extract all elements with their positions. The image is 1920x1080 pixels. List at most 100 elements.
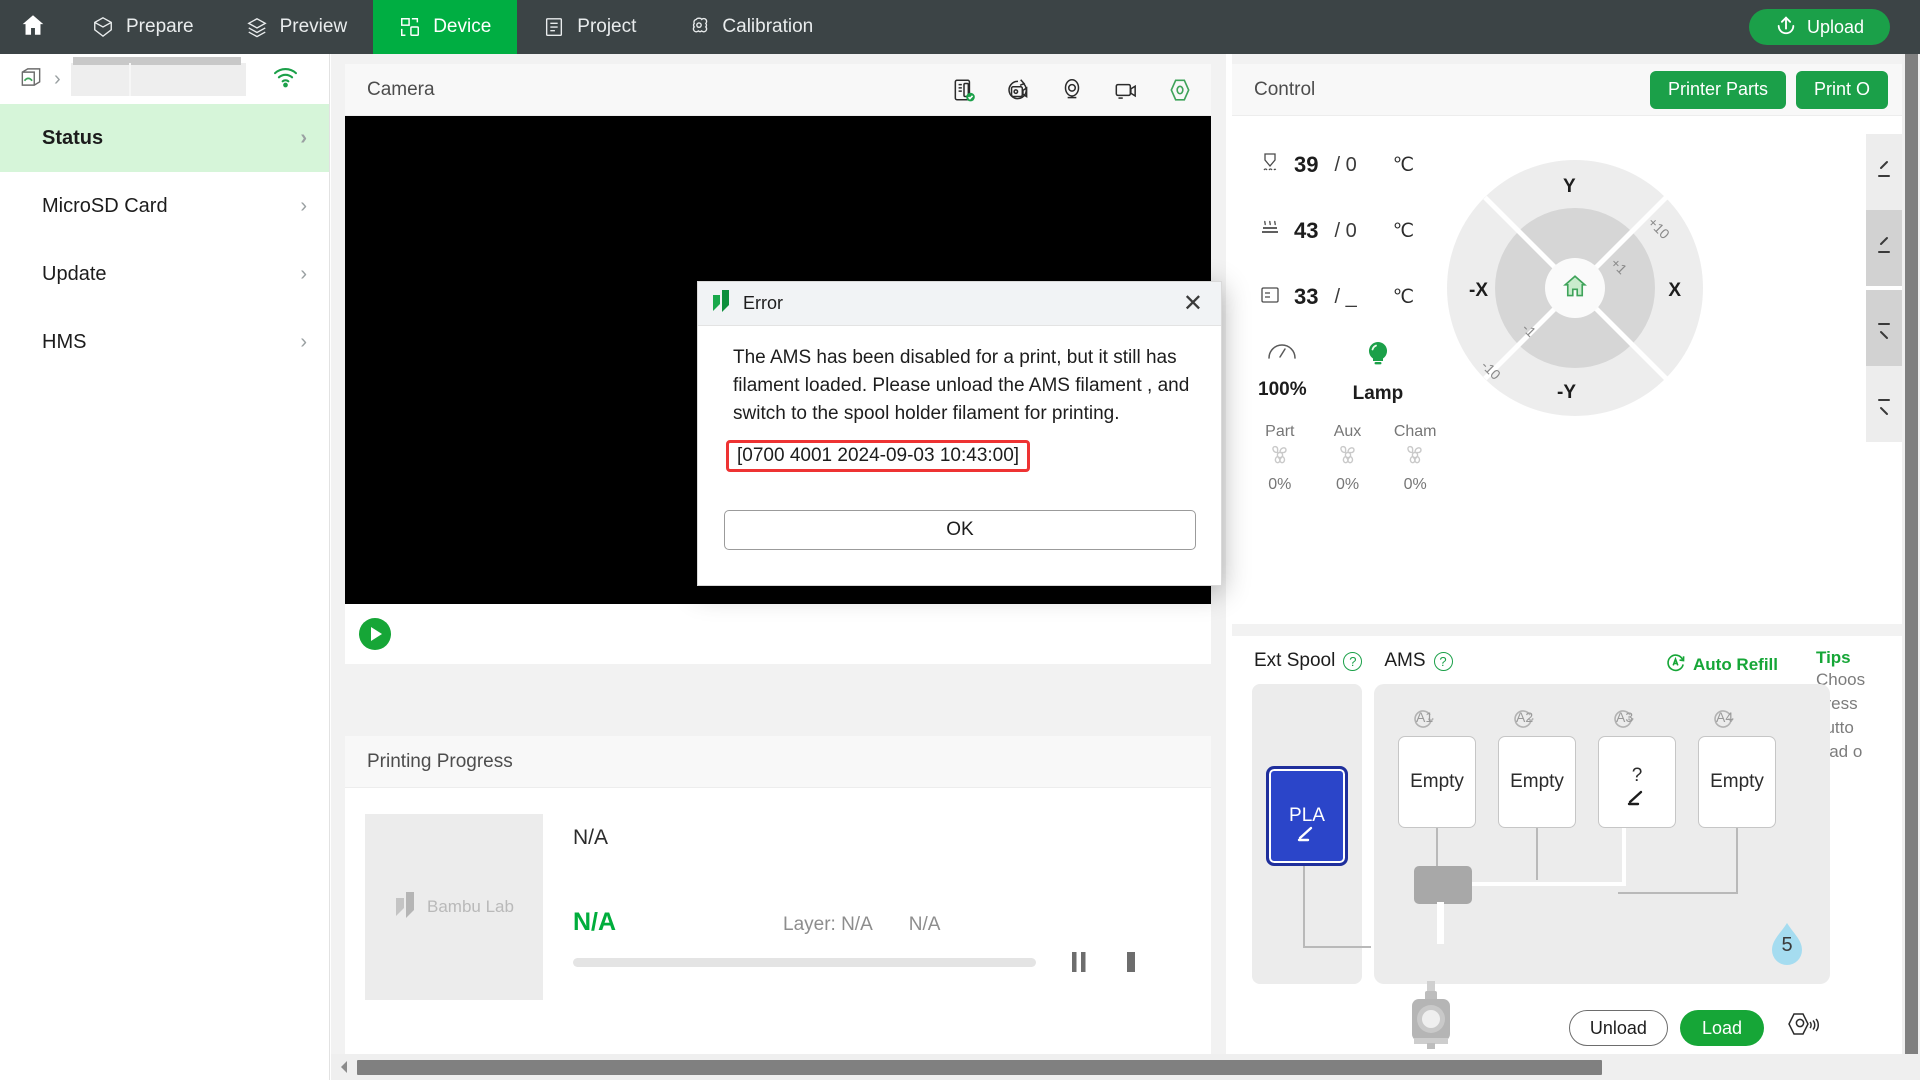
home-axis-button[interactable]	[1545, 258, 1605, 318]
sidebar-item-status[interactable]: Status ›	[0, 104, 329, 172]
axis-y-plus-label[interactable]: Y	[1563, 176, 1576, 198]
printer-parts-button[interactable]: Printer Parts	[1649, 70, 1786, 109]
sidebar-item-microsd-card-label: MicroSD Card	[42, 194, 168, 217]
play-icon[interactable]	[359, 618, 391, 650]
auto-refill-icon	[1665, 652, 1686, 678]
video-camera-icon[interactable]	[1112, 77, 1140, 103]
printer-selector-row[interactable]: ›	[0, 54, 329, 104]
fan-aux[interactable]: Aux 0%	[1326, 423, 1370, 494]
fan-chamber-value: 0%	[1403, 476, 1427, 493]
nozzle-icon	[1258, 151, 1282, 180]
ext-spool-material-label: PLA	[1289, 805, 1325, 826]
timelapse-icon[interactable]	[1004, 77, 1032, 103]
z-up-10-button[interactable]	[1866, 134, 1906, 210]
axis-y-minus-label[interactable]: -Y	[1557, 382, 1576, 404]
chevron-right-icon: ›	[300, 194, 307, 217]
humidity-indicator[interactable]: 5	[1766, 920, 1808, 970]
question-mark-icon[interactable]: ?	[1343, 651, 1363, 671]
ext-spool-slot[interactable]: PLA	[1266, 766, 1348, 866]
slot-a3-tag[interactable]: A3	[1610, 706, 1636, 728]
bambu-lab-logo: Bambu Lab	[394, 892, 514, 922]
ams-slot-a1[interactable]: Empty	[1398, 736, 1476, 828]
question-mark-icon[interactable]: ?	[1433, 651, 1453, 671]
lamp-button[interactable]: Lamp	[1352, 340, 1404, 405]
ext-spool-tube	[1303, 866, 1305, 948]
axis-x-minus-label[interactable]: -X	[1469, 280, 1488, 302]
tab-project[interactable]: Project	[517, 0, 662, 54]
chamber-temp-current: 33	[1294, 284, 1319, 309]
edit-pen-icon[interactable]	[1296, 825, 1318, 849]
control-panel: Control Printer Parts Print O 39 / 0 ℃ 4…	[1232, 64, 1906, 624]
close-icon[interactable]: ✕	[1179, 291, 1207, 316]
home-button[interactable]	[0, 0, 66, 54]
layer-info: Layer: N/A	[783, 914, 873, 935]
print-options-button[interactable]: Print O	[1795, 70, 1888, 109]
ams-slot-a4-label: Empty	[1710, 771, 1764, 792]
sidebar-item-status-label: Status	[42, 126, 104, 149]
tab-calibration[interactable]: Calibration	[662, 0, 839, 54]
sd-card-recording-icon[interactable]	[951, 77, 977, 103]
chevron-right-icon: ›	[300, 262, 307, 285]
ext-spool-tube	[1303, 946, 1371, 948]
sidebar-item-microsd-card[interactable]: MicroSD Card ›	[0, 172, 329, 240]
pause-icon[interactable]	[1070, 951, 1088, 973]
device-icon	[399, 16, 421, 38]
right-column: Control Printer Parts Print O 39 / 0 ℃ 4…	[1232, 54, 1920, 1080]
ams-slot-a3[interactable]: ?	[1598, 736, 1676, 828]
ams-slot-a4[interactable]: Empty	[1698, 736, 1776, 828]
project-list-icon	[543, 16, 565, 38]
load-button[interactable]: Load	[1679, 1010, 1764, 1046]
lamp-icon	[1363, 340, 1393, 373]
sidebar: › Status › MicroSD Card › Update › HMS ›	[0, 54, 330, 1080]
stop-icon[interactable]	[1122, 951, 1140, 973]
z-down-1-button[interactable]	[1866, 290, 1906, 366]
nozzle-settings-icon[interactable]	[1786, 1011, 1820, 1046]
axis-x-plus-label[interactable]: X	[1668, 280, 1681, 302]
bed-temperature-row[interactable]: 43 / 0 ℃	[1258, 198, 1437, 264]
nozzle-temperature-row[interactable]: 39 / 0 ℃	[1258, 132, 1437, 198]
z-down-10-button[interactable]	[1866, 366, 1906, 442]
error-dialog-message: The AMS has been disabled for a print, b…	[733, 347, 1190, 425]
slot-a4-tag[interactable]: A4	[1710, 706, 1736, 728]
z-up-1-button[interactable]	[1866, 210, 1906, 286]
fan-chamber[interactable]: Cham 0%	[1393, 423, 1437, 494]
lamp-label: Lamp	[1352, 383, 1404, 404]
bambu-logo-icon	[396, 892, 415, 918]
ams-hub-output	[1437, 902, 1444, 944]
upload-button[interactable]: Upload	[1748, 9, 1890, 45]
print-speed-button[interactable]: 100%	[1258, 340, 1307, 405]
fan-group: Part 0% Aux 0% Cham 0%	[1258, 423, 1437, 494]
tab-preview[interactable]: Preview	[220, 0, 374, 54]
horizontal-scrollbar[interactable]	[331, 1054, 1920, 1080]
unload-button[interactable]: Unload	[1568, 1010, 1668, 1046]
horizontal-scrollbar-thumb[interactable]	[357, 1059, 1602, 1075]
temperature-group: 39 / 0 ℃ 43 / 0 ℃ 33 / _ ℃ 100% Lamp Par…	[1232, 132, 1437, 621]
fan-aux-name: Aux	[1333, 423, 1362, 440]
printing-progress-panel: Printing Progress Bambu Lab N/A N/A Laye…	[345, 736, 1211, 1068]
slot-a1-tag[interactable]: A1	[1410, 706, 1436, 728]
camera-lens-icon[interactable]	[1059, 77, 1085, 103]
nozzle-cam-icon[interactable]	[1167, 77, 1193, 103]
scroll-left-arrow-icon[interactable]	[331, 1060, 357, 1074]
ams-container: A1 Empty A2 Empty A3 ? A4 Empty 5	[1374, 684, 1830, 984]
vertical-scrollbar-thumb[interactable]	[1905, 54, 1918, 1054]
ok-button[interactable]: OK	[724, 510, 1196, 550]
ams-hub	[1414, 866, 1472, 904]
sidebar-item-hms[interactable]: HMS ›	[0, 308, 329, 376]
auto-refill-button[interactable]: Auto Refill	[1665, 652, 1778, 678]
axis-control-wheel[interactable]: Y -Y X -X +10 +1 -1 -10	[1447, 160, 1703, 416]
printer-box-icon	[18, 64, 44, 95]
tab-device[interactable]: Device	[373, 0, 518, 54]
ext-spool-label: Ext Spool	[1254, 650, 1336, 671]
ams-header: Ext Spool ? AMS ?	[1232, 636, 1906, 672]
slot-a2-tag[interactable]: A2	[1510, 706, 1536, 728]
edit-pen-icon[interactable]	[1626, 789, 1648, 813]
sidebar-item-update[interactable]: Update ›	[0, 240, 329, 308]
fan-part[interactable]: Part 0%	[1258, 423, 1302, 494]
chamber-temperature-row[interactable]: 33 / _ ℃	[1258, 264, 1437, 330]
tab-device-label: Device	[433, 16, 492, 37]
preview-layers-icon	[246, 16, 268, 38]
vertical-scrollbar[interactable]	[1902, 54, 1920, 1054]
tab-prepare[interactable]: Prepare	[66, 0, 220, 54]
ams-slot-a2[interactable]: Empty	[1498, 736, 1576, 828]
